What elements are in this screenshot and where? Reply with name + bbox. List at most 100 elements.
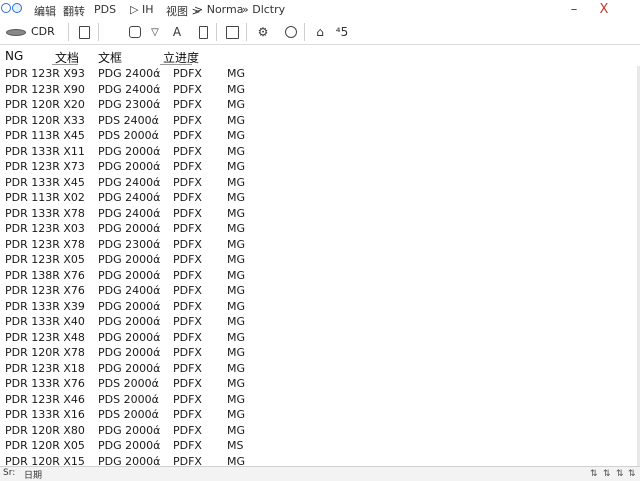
table-row[interactable]: PDR 123R X73 PDG 2000ά PDFX MG — [0, 159, 640, 175]
table-row[interactable]: PDR 133R X39 PDG 2000ά PDFX MG — [0, 299, 640, 315]
settings-button[interactable]: ⚙ — [254, 23, 272, 41]
app-logo-icon — [1, 3, 23, 16]
cell-ext: PDFX — [173, 439, 202, 452]
status-icon-1[interactable]: ⇅ — [590, 469, 598, 479]
cell-ng: PDR 120R X20 — [5, 98, 85, 111]
cell-ng: PDR 133R X11 — [5, 144, 85, 158]
page-button[interactable] — [194, 23, 212, 41]
status-icon-4[interactable]: ⇅ — [628, 469, 636, 479]
text-icon: A — [172, 25, 182, 39]
table-row[interactable]: PDR 133R X45 PDG 2400ά PDFX MG — [0, 175, 640, 191]
cell-ng: PDR 133R X76 — [5, 377, 85, 390]
column-header-frame[interactable]: 文框 — [98, 49, 122, 66]
menu-pds[interactable]: PDS — [94, 3, 116, 16]
cell-file: PDG 2000ά — [98, 315, 161, 328]
minimize-button[interactable]: – — [564, 2, 584, 17]
chevron-down-icon: ▽ — [151, 26, 159, 38]
menu-flip[interactable]: 翻转 — [63, 3, 85, 19]
table-row[interactable]: PDR 123R X05 PDG 2000ά PDFX MG — [0, 252, 640, 268]
table-row[interactable]: PDR 123R X03 PDG 2000ά PDFX MG — [0, 221, 640, 237]
cell-file: PDG 2400ά — [98, 175, 161, 189]
disk-icon — [6, 29, 26, 36]
cell-file: PDG 2000ά — [98, 299, 161, 313]
table-row[interactable]: PDR 133R X16 PDS 2000ά PDFX MG — [0, 407, 640, 423]
cell-type: MG — [227, 160, 246, 173]
menu-directory[interactable]: » Dlctry — [242, 3, 285, 16]
cell-type: MG — [227, 129, 246, 142]
table-row[interactable]: PDR 120R X78 PDG 2000ά PDFX MG — [0, 345, 640, 361]
properties-icon — [225, 25, 239, 39]
table-row[interactable]: PDR 123R X18 PDG 2000ά PDFX MG — [0, 361, 640, 377]
cell-file: PDG 2300ά — [98, 237, 161, 251]
status-icon-3[interactable]: ⇅ — [616, 469, 624, 479]
table-row[interactable]: PDR 133R X78 PDG 2400ά PDFX MG — [0, 206, 640, 222]
table-row[interactable]: PDR 120R X20 PDG 2300ά PDFX MG — [0, 97, 640, 113]
table-row[interactable]: PDR 120R X05 PDG 2000ά PDFX MS — [0, 438, 640, 454]
table-row[interactable]: PDR 138R X76 PDG 2000ά PDFX MG — [0, 268, 640, 284]
cell-ext: PDFX — [173, 423, 202, 437]
cell-ext: PDFX — [173, 67, 202, 80]
timer-button[interactable] — [282, 23, 300, 41]
cell-ext: PDFX — [173, 299, 202, 313]
table-row[interactable]: PDR 113R X45 PDS 2000ά PDFX MG — [0, 128, 640, 144]
cell-type: MG — [227, 191, 246, 204]
cell-ext: PDFX — [173, 315, 202, 328]
cell-ng: PDR 133R X78 — [5, 206, 85, 220]
cell-file: PDG 2000ά — [98, 361, 161, 375]
cell-file: PDG 2300ά — [98, 98, 161, 111]
cell-file: PDG 2000ά — [98, 346, 161, 359]
cell-file: PDS 2000ά — [98, 129, 159, 142]
cell-file: PDG 2000ά — [98, 144, 161, 158]
menu-edit[interactable]: 编辑 — [34, 3, 56, 19]
status-icon-2[interactable]: ⇅ — [603, 469, 611, 479]
toolbar-divider — [98, 23, 99, 41]
document-button[interactable] — [75, 23, 93, 41]
cell-type: MG — [227, 144, 246, 158]
close-button[interactable]: X — [594, 2, 614, 17]
table-row[interactable]: PDR 123R X90 PDG 2400ά PDFX MG — [0, 82, 640, 98]
home-button[interactable]: ⌂ — [311, 23, 329, 41]
properties-button[interactable] — [223, 23, 241, 41]
cell-ext: PDFX — [173, 206, 202, 220]
cell-ext: PDFX — [173, 82, 202, 96]
cell-file: PDG 2400ά — [98, 206, 161, 220]
cell-type: MG — [227, 315, 246, 328]
number-button[interactable]: ⁴5 — [333, 23, 351, 41]
frame-button[interactable] — [126, 23, 144, 41]
table-row[interactable]: PDR 123R X48 PDG 2000ά PDFX MG — [0, 330, 640, 346]
menu-normal[interactable]: > Norma — [194, 3, 243, 16]
table-row[interactable]: PDR 123R X76 PDG 2400ά PDFX MG — [0, 283, 640, 299]
table-row[interactable]: PDR 123R X46 PDS 2000ά PDFX MG — [0, 392, 640, 408]
cell-type: MG — [227, 423, 246, 437]
table-row[interactable]: PDR 123R X78 PDG 2300ά PDFX MG — [0, 237, 640, 253]
table-row[interactable]: PDR 133R X76 PDS 2000ά PDFX MG — [0, 376, 640, 392]
cell-ext: PDFX — [173, 377, 202, 390]
table-row[interactable]: PDR 123R X93 PDG 2400ά PDFX MG — [0, 66, 640, 82]
table-row[interactable]: PDR 133R X11 PDG 2000ά PDFX MG — [0, 144, 640, 160]
cell-ng: PDR 123R X48 — [5, 330, 85, 344]
cell-file: PDS 2400ά — [98, 113, 159, 127]
cell-file: PDG 2000ά — [98, 439, 161, 452]
column-header-ng[interactable]: NG — [5, 49, 23, 63]
cell-file: PDG 2400ά — [98, 191, 161, 204]
table-row[interactable]: PDR 133R X40 PDG 2000ά PDFX MG — [0, 314, 640, 330]
table-row[interactable]: PDR 120R X33 PDS 2400ά PDFX MG — [0, 113, 640, 129]
dropdown-button[interactable]: ▽ — [146, 23, 164, 41]
cell-ext: PDFX — [173, 129, 202, 142]
cell-ext: PDFX — [173, 268, 202, 282]
clock-icon — [285, 26, 297, 38]
cell-ext: PDFX — [173, 144, 202, 158]
gear-icon: ⚙ — [257, 25, 269, 39]
drive-label[interactable]: CDR — [31, 25, 55, 38]
cell-type: MG — [227, 268, 246, 282]
toolbar: CDR ▽ A ⚙ ⌂ ⁴5 — [0, 20, 640, 45]
table-row[interactable]: PDR 113R X02 PDG 2400ά PDFX MG — [0, 190, 640, 206]
cell-ext: PDFX — [173, 222, 202, 235]
toolbar-divider — [216, 23, 217, 41]
cell-type: MG — [227, 299, 246, 313]
table-row[interactable]: PDR 120R X80 PDG 2000ά PDFX MG — [0, 423, 640, 439]
text-button[interactable]: A — [168, 23, 186, 41]
menu-ih[interactable]: ▷ IH — [130, 3, 153, 16]
cell-ext: PDFX — [173, 361, 202, 375]
cell-ng: PDR 113R X02 — [5, 191, 85, 204]
